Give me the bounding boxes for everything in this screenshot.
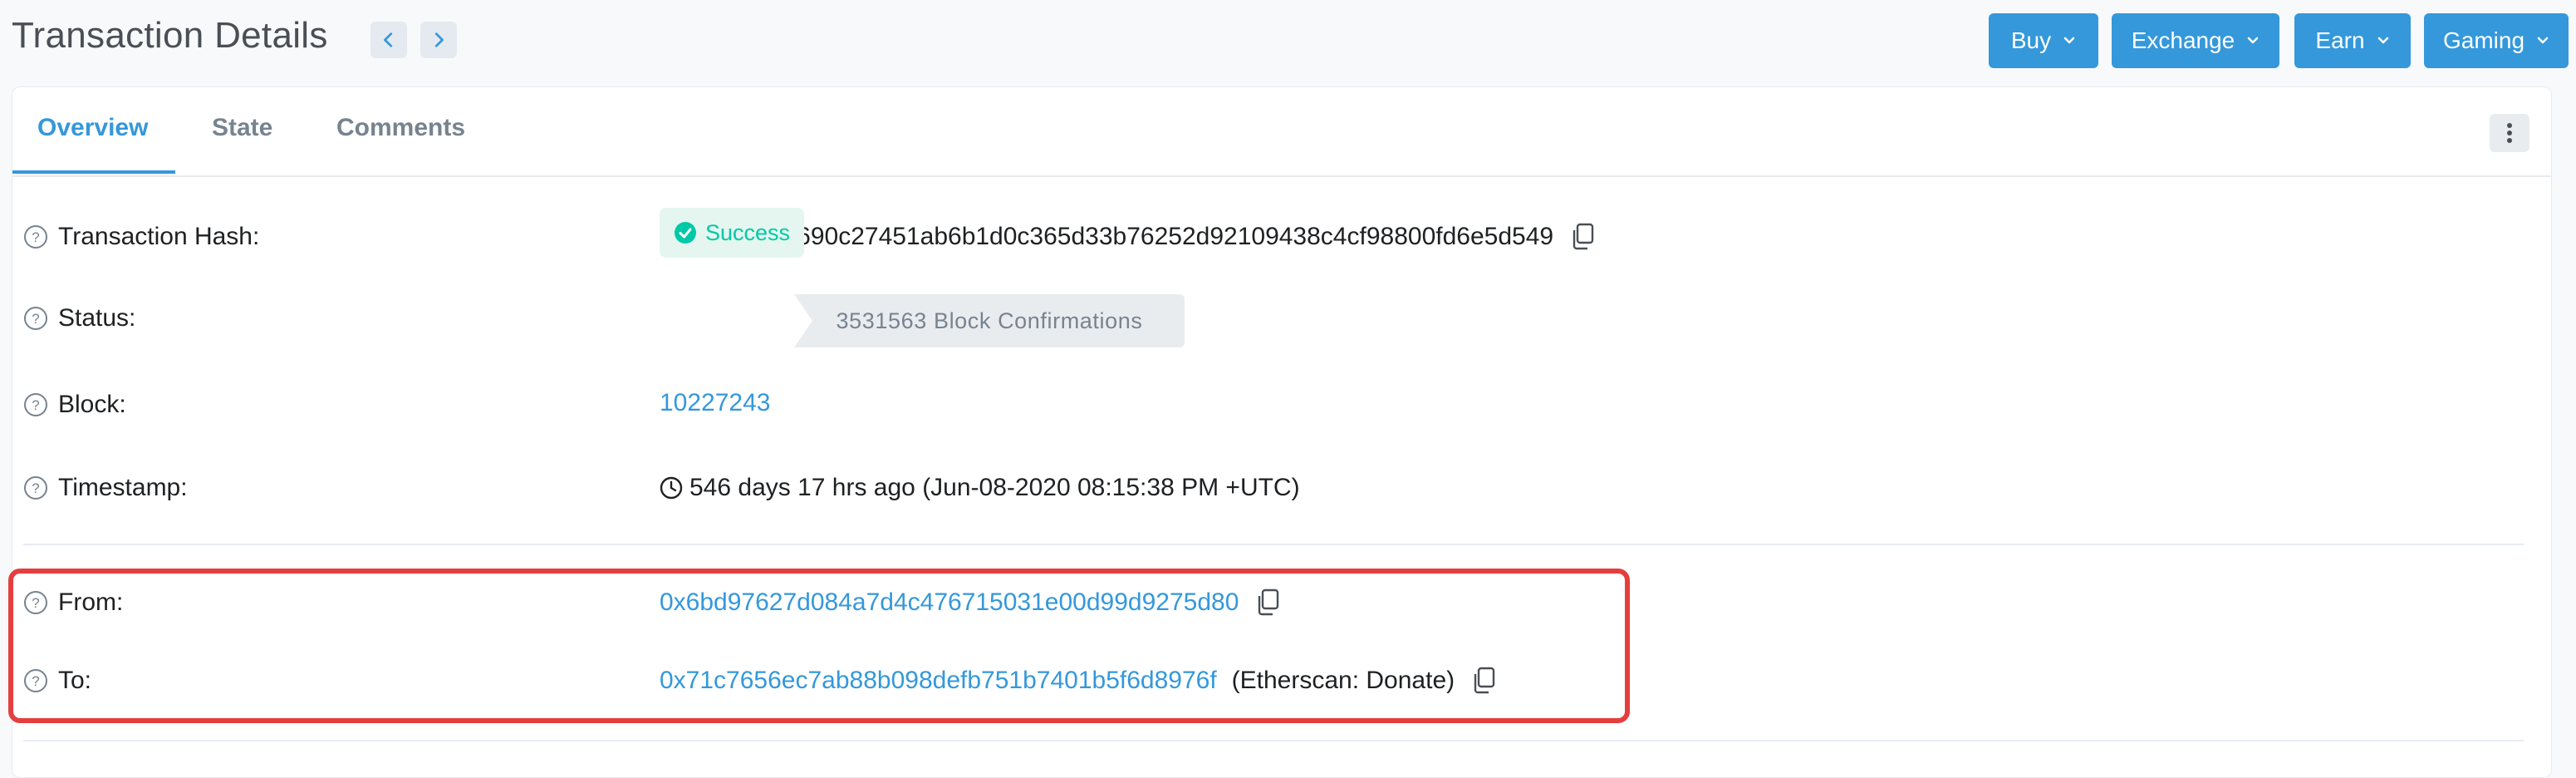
tx-hash-label: Transaction Hash: — [58, 223, 260, 250]
clock-icon — [660, 476, 683, 500]
check-circle-icon — [674, 222, 696, 244]
section-divider — [23, 544, 2524, 545]
tab-state[interactable]: State — [212, 114, 272, 142]
top-bar: Transaction Details Buy Exchange Earn Ga… — [0, 0, 2576, 83]
page-title: Transaction Details — [12, 15, 328, 56]
svg-text:?: ? — [32, 480, 39, 496]
copy-icon[interactable] — [1570, 223, 1595, 251]
tab-bar: Overview State Comments — [12, 87, 2551, 177]
confirmations-badge: 3531563 Block Confirmations — [794, 294, 1185, 347]
block-link[interactable]: 10227243 — [660, 389, 770, 417]
status-row-label: ? Status: — [23, 304, 135, 332]
svg-text:?: ? — [32, 397, 39, 413]
earn-menu-button[interactable]: Earn — [2294, 13, 2411, 68]
timestamp-row-label: ? Timestamp: — [23, 474, 188, 502]
gaming-menu-button[interactable]: Gaming — [2424, 13, 2569, 68]
buy-menu-button[interactable]: Buy — [1989, 13, 2098, 68]
highlight-box — [8, 569, 1630, 723]
block-row-label: ? Block: — [23, 391, 126, 419]
timestamp-value: 546 days 17 hrs ago (Jun-08-2020 08:15:3… — [660, 474, 1300, 502]
timestamp-label: Timestamp: — [58, 474, 188, 501]
next-button[interactable] — [420, 22, 457, 58]
exchange-menu-label: Exchange — [2131, 27, 2235, 53]
vertical-dots-icon — [2507, 123, 2512, 143]
gaming-menu-label: Gaming — [2442, 27, 2525, 53]
svg-text:?: ? — [32, 229, 39, 245]
timestamp-text: 546 days 17 hrs ago (Jun-08-2020 08:15:3… — [689, 474, 1300, 501]
status-badge: Success — [660, 208, 804, 258]
section-divider — [23, 740, 2524, 741]
status-label: Status: — [58, 304, 136, 332]
svg-text:?: ? — [32, 311, 39, 327]
help-icon[interactable]: ? — [23, 475, 48, 500]
block-label: Block: — [58, 391, 126, 418]
chevron-down-icon — [2063, 37, 2075, 44]
chevron-down-icon — [2247, 37, 2259, 44]
exchange-menu-button[interactable]: Exchange — [2112, 13, 2279, 68]
help-icon[interactable]: ? — [23, 392, 48, 417]
tab-comments[interactable]: Comments — [336, 114, 465, 142]
status-text: Success — [704, 219, 791, 245]
active-tab-indicator — [12, 170, 175, 174]
chevron-down-icon — [2537, 37, 2549, 44]
help-icon[interactable]: ? — [23, 224, 48, 249]
help-icon[interactable]: ? — [23, 306, 48, 331]
tab-overview[interactable]: Overview — [37, 114, 148, 142]
previous-button[interactable] — [370, 22, 407, 58]
buy-menu-label: Buy — [2010, 27, 2052, 53]
chevron-right-icon — [434, 32, 444, 47]
earn-menu-label: Earn — [2315, 27, 2365, 53]
chevron-left-icon — [384, 32, 393, 47]
tx-hash-row-label: ? Transaction Hash: — [23, 223, 259, 251]
more-options-button[interactable] — [2490, 114, 2529, 152]
chevron-down-icon — [2377, 37, 2388, 44]
